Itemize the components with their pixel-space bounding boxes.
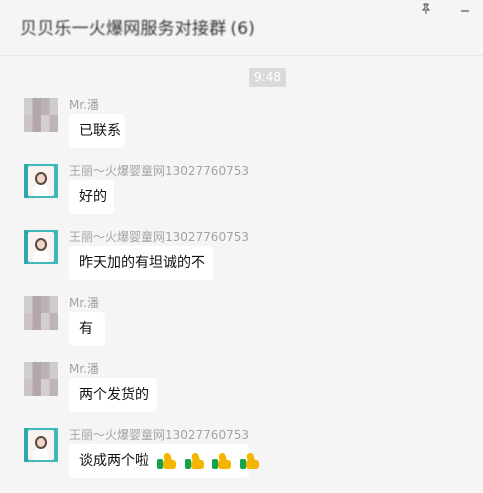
- sender-name: Mr.潘: [69, 98, 100, 112]
- message-bubble[interactable]: 有: [69, 312, 105, 346]
- time-divider: 9:48: [249, 68, 286, 87]
- avatar[interactable]: [24, 98, 58, 132]
- messages-area[interactable]: 9:48 Mr.潘 已联系 王丽～火爆婴童网13027760753 好的 王丽～…: [0, 56, 483, 493]
- emoji-group: [155, 444, 260, 478]
- message-item: 王丽～火爆婴童网13027760753 谈成两个啦: [24, 426, 464, 488]
- minimize-icon[interactable]: [451, 0, 479, 18]
- avatar[interactable]: [24, 362, 58, 396]
- message-item: Mr.潘 有: [24, 294, 464, 356]
- avatar[interactable]: [24, 428, 58, 462]
- sender-name: 王丽～火爆婴童网13027760753: [69, 230, 249, 244]
- sender-name: 王丽～火爆婴童网13027760753: [69, 428, 249, 442]
- message-item: 王丽～火爆婴童网13027760753 昨天加的有坦诚的不: [24, 228, 464, 290]
- message-bubble[interactable]: 两个发货的: [69, 378, 157, 412]
- avatar-body: [33, 251, 49, 262]
- avatar-body: [33, 449, 49, 460]
- message-bubble[interactable]: 昨天加的有坦诚的不: [69, 246, 213, 280]
- avatar-face: [35, 436, 47, 449]
- chat-title-text: 贝贝乐一火爆网服务对接群: [20, 19, 227, 39]
- chat-title[interactable]: 贝贝乐一火爆网服务对接群 (6): [20, 14, 255, 39]
- thumbs-up-icon: [184, 452, 206, 470]
- member-count: (6): [230, 19, 256, 39]
- avatar[interactable]: [24, 164, 58, 198]
- avatar[interactable]: [24, 230, 58, 264]
- message-text: 谈成两个啦: [79, 453, 149, 469]
- avatar-body: [33, 185, 49, 196]
- chat-window: 贝贝乐一火爆网服务对接群 (6) 9:48 Mr.潘 已联系 王丽～火爆婴童网1…: [0, 0, 483, 493]
- message-bubble[interactable]: 已联系: [69, 114, 125, 148]
- sender-name: 王丽～火爆婴童网13027760753: [69, 164, 249, 178]
- message-item: Mr.潘 两个发货的: [24, 360, 464, 422]
- sender-name: Mr.潘: [69, 296, 100, 310]
- message-item: Mr.潘 已联系: [24, 96, 464, 158]
- message-bubble[interactable]: 谈成两个啦: [69, 444, 259, 478]
- thumbs-up-icon: [156, 452, 178, 470]
- thumbs-up-icon: [239, 452, 261, 470]
- title-bar: 贝贝乐一火爆网服务对接群 (6): [0, 0, 483, 56]
- sender-name: Mr.潘: [69, 362, 100, 376]
- avatar[interactable]: [24, 296, 58, 330]
- thumbs-up-icon: [211, 452, 233, 470]
- pin-icon[interactable]: [412, 0, 440, 18]
- avatar-face: [35, 172, 47, 185]
- avatar-face: [35, 238, 47, 251]
- message-bubble[interactable]: 好的: [69, 180, 114, 214]
- message-item: 王丽～火爆婴童网13027760753 好的: [24, 162, 464, 224]
